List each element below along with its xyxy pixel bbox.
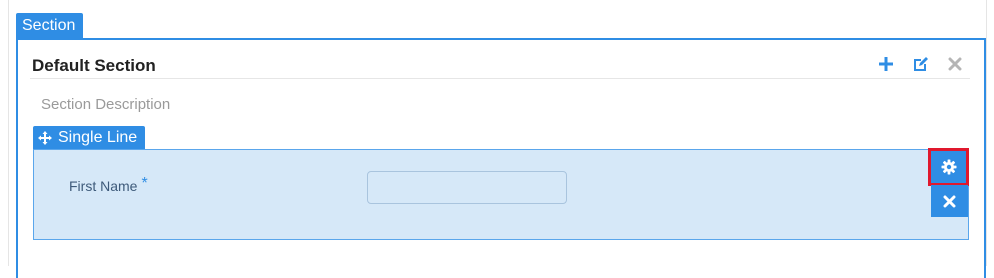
field-drag-handle[interactable]: Single Line	[33, 126, 145, 150]
move-arrows-icon	[38, 131, 52, 145]
delete-section-button[interactable]	[945, 54, 965, 74]
edit-icon	[914, 57, 928, 71]
field-label-text: First Name	[69, 178, 138, 194]
page-border-left	[8, 0, 9, 266]
header-divider	[30, 78, 970, 79]
field-type-label: Single Line	[58, 129, 138, 146]
plus-icon	[879, 57, 893, 71]
field-delete-button[interactable]	[931, 185, 968, 217]
section-title: Default Section	[32, 56, 156, 75]
close-icon	[943, 195, 956, 207]
edit-section-button[interactable]	[910, 54, 930, 74]
field-label: First Name *	[69, 175, 148, 196]
section-tab[interactable]: Section	[16, 13, 83, 38]
close-icon	[948, 57, 962, 71]
field-settings-button[interactable]	[928, 148, 969, 186]
section-description[interactable]: Section Description	[41, 95, 170, 115]
add-field-button[interactable]	[876, 54, 896, 74]
page-border-right	[986, 0, 987, 266]
gear-icon	[941, 159, 956, 175]
required-indicator: *	[141, 175, 148, 192]
first-name-input[interactable]	[367, 171, 567, 204]
